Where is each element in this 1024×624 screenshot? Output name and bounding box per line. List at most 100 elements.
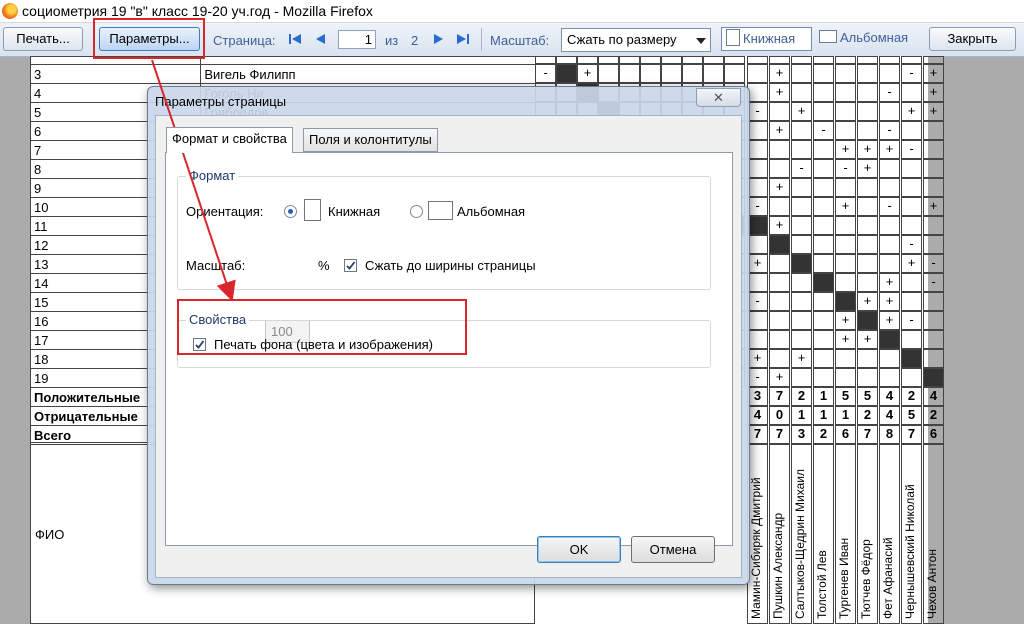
portrait-button[interactable]: Книжная (721, 27, 812, 51)
matrix-mark: + (835, 311, 856, 330)
portrait-page-icon (726, 29, 740, 46)
matrix-mark (857, 254, 878, 273)
matrix-cell (835, 56, 856, 64)
matrix-cell (813, 56, 834, 64)
column-header: Чернышевский Николай (901, 444, 922, 624)
matrix-mark (769, 349, 790, 368)
negative-count: 2 (923, 406, 944, 425)
matrix-mark (901, 292, 922, 311)
ok-button[interactable]: OK (537, 536, 621, 563)
matrix-mark (923, 330, 944, 349)
matrix-mark (813, 216, 834, 235)
matrix-mark (879, 235, 900, 254)
negative-count: 4 (879, 406, 900, 425)
properties-highlight (177, 299, 467, 355)
tab-format-properties[interactable]: Формат и свойства (166, 127, 293, 153)
matrix-mark: + (835, 140, 856, 159)
matrix-cell (724, 64, 745, 83)
matrix-mark (901, 178, 922, 197)
previous-page-icon[interactable] (313, 32, 327, 46)
first-page-icon[interactable] (288, 32, 302, 46)
matrix-mark (813, 235, 834, 254)
matrix-diagonal-cell (556, 64, 577, 83)
landscape-radio[interactable] (410, 205, 423, 218)
print-button[interactable]: Печать... (3, 27, 83, 51)
positive-count: 7 (769, 387, 790, 406)
matrix-cell (901, 56, 922, 64)
matrix-cell (556, 56, 577, 64)
shrink-to-fit-label[interactable]: Сжать до ширины страницы (365, 258, 536, 273)
matrix-mark: - (879, 197, 900, 216)
matrix-mark (813, 178, 834, 197)
matrix-mark: - (879, 121, 900, 140)
matrix-diagonal-cell (747, 216, 768, 235)
matrix-cell (703, 64, 724, 83)
matrix-mark: + (835, 197, 856, 216)
column-header-label: Тургенев Иван (837, 537, 851, 619)
column-header-name: Чернышевский Николай (902, 449, 922, 619)
column-header-name: Пушкин Александр (770, 449, 790, 619)
column-header-name: Салтыков-Щедрин Михаил (792, 449, 812, 619)
matrix-mark (835, 273, 856, 292)
matrix-cell (879, 56, 900, 64)
tab-margins-headers[interactable]: Поля и колонтитулы (303, 128, 438, 152)
close-preview-button[interactable]: Закрыть (929, 27, 1016, 51)
matrix-mark: - (901, 311, 922, 330)
scale-select[interactable]: Сжать по размеру (561, 28, 711, 52)
next-page-icon[interactable] (432, 32, 446, 46)
last-page-icon[interactable] (456, 32, 470, 46)
matrix-cell (703, 56, 724, 64)
matrix-mark (879, 368, 900, 387)
matrix-mark: + (857, 292, 878, 311)
matrix-mark (769, 330, 790, 349)
matrix-mark (747, 311, 768, 330)
matrix-mark: + (857, 159, 878, 178)
landscape-button[interactable]: Альбомная (815, 27, 917, 51)
portrait-radio-label[interactable]: Книжная (328, 204, 380, 219)
cancel-button[interactable]: Отмена (631, 536, 715, 563)
close-icon: ✕ (713, 90, 724, 105)
matrix-cell (857, 56, 878, 64)
matrix-mark: + (769, 216, 790, 235)
column-header-name: Тургенев Иван (836, 449, 856, 619)
matrix-diagonal-cell (879, 330, 900, 349)
dialog-close-button[interactable]: ✕ (696, 88, 741, 107)
page-of-label: из (385, 33, 399, 48)
table-cell (200, 56, 536, 65)
matrix-mark (857, 273, 878, 292)
matrix-mark: + (857, 330, 878, 349)
matrix-mark: + (769, 178, 790, 197)
matrix-mark: - (747, 368, 768, 387)
negative-count: 5 (901, 406, 922, 425)
matrix-mark (901, 216, 922, 235)
matrix-mark: + (923, 64, 944, 83)
matrix-mark: - (879, 83, 900, 102)
params-button-highlight (93, 18, 205, 59)
matrix-mark: + (769, 121, 790, 140)
column-header: Чехов Антон (923, 444, 944, 624)
negative-count: 1 (835, 406, 856, 425)
landscape-radio-label[interactable]: Альбомная (457, 204, 525, 219)
portrait-radio[interactable] (284, 205, 297, 218)
matrix-mark (791, 64, 812, 83)
landscape-page-icon (428, 201, 453, 220)
matrix-mark: - (901, 140, 922, 159)
shrink-to-fit-checkbox[interactable] (344, 259, 357, 272)
matrix-mark: + (879, 140, 900, 159)
matrix-cell (640, 56, 661, 64)
matrix-cell (598, 56, 619, 64)
matrix-mark (901, 83, 922, 102)
matrix-mark (813, 330, 834, 349)
matrix-mark (901, 121, 922, 140)
matrix-mark: - (747, 102, 768, 121)
matrix-mark (791, 330, 812, 349)
matrix-mark (813, 64, 834, 83)
column-header: Пушкин Александр (769, 444, 790, 624)
page-number-input[interactable]: 1 (338, 30, 376, 49)
matrix-mark (923, 235, 944, 254)
matrix-cell (791, 56, 812, 64)
negative-count: 4 (747, 406, 768, 425)
negative-count: 0 (769, 406, 790, 425)
matrix-mark (813, 311, 834, 330)
column-header-label: Толстой Лев (815, 550, 829, 619)
